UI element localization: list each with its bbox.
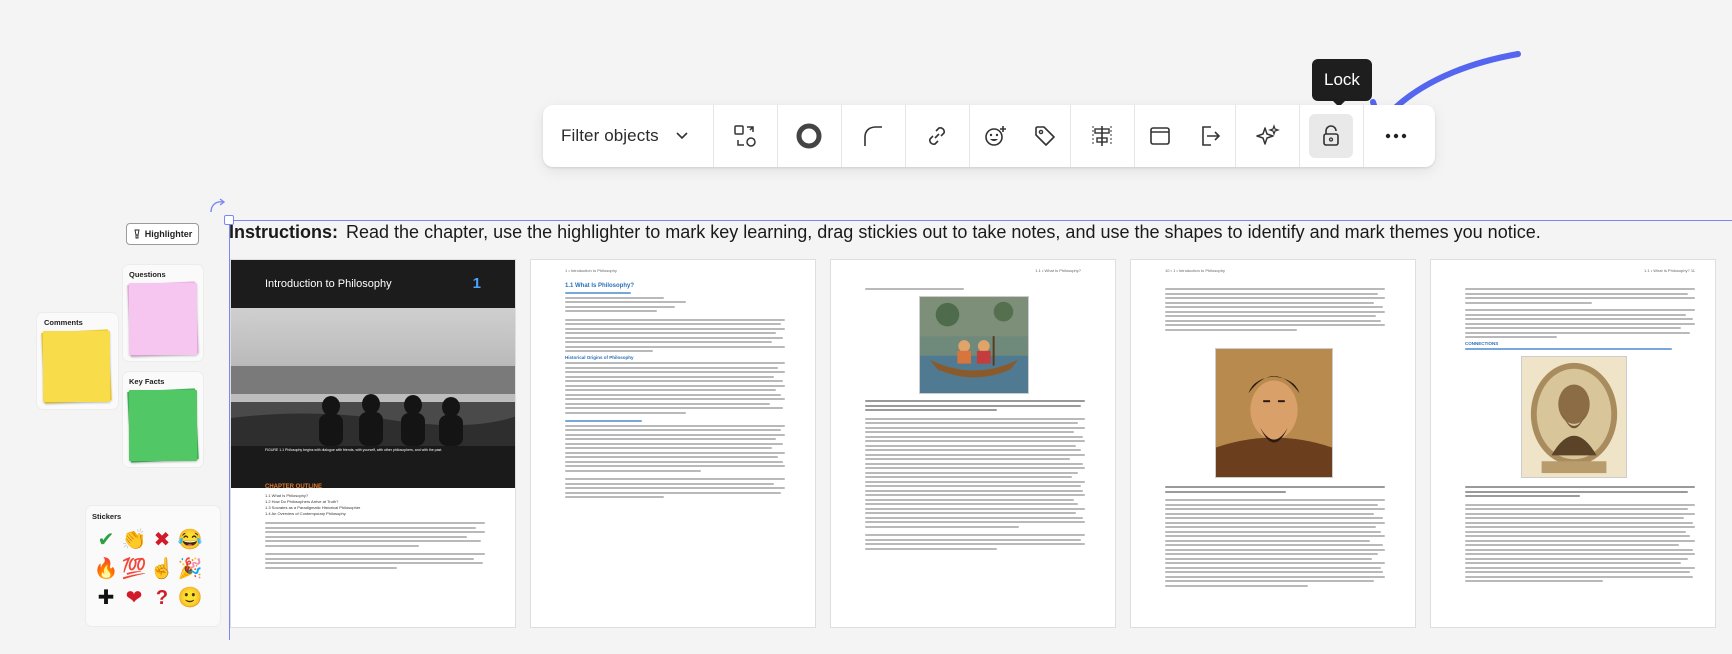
filter-objects-dropdown[interactable]: Filter objects	[543, 105, 714, 167]
page-3-text	[865, 400, 1085, 552]
frame-export-group	[1135, 105, 1236, 167]
questions-panel: Questions	[123, 265, 203, 361]
subsection-title: Historical Origins of Philosophy	[565, 355, 634, 360]
checkmark-sticker-icon[interactable]: ✔	[92, 526, 120, 555]
page-header: 1.1 • What Is Philosophy? 11	[1644, 268, 1695, 273]
ring-shape-icon	[796, 123, 822, 149]
question-mark-sticker-icon[interactable]: ?	[148, 584, 176, 613]
instructions-label: Instructions:	[229, 222, 339, 242]
page-4-text	[1165, 486, 1385, 589]
lock-button[interactable]	[1300, 105, 1364, 167]
fire-sticker-icon[interactable]: 🔥	[92, 555, 120, 584]
object-toolbar: Filter objects	[543, 105, 1435, 167]
instructions-body: Read the chapter, use the highlighter to…	[346, 222, 1541, 242]
connections-heading: CONNECTIONS	[1465, 341, 1499, 346]
chevron-down-icon	[676, 132, 688, 140]
align-distribute-icon	[1092, 126, 1112, 146]
chapter-number: 1	[472, 275, 481, 292]
page-2-content: 1.1 What Is Philosophy? Historical Origi…	[565, 278, 785, 501]
emoji-reaction-button[interactable]	[970, 105, 1020, 167]
tag-icon	[1034, 126, 1055, 146]
instructions-text[interactable]: Instructions: Read the chapter, use the h…	[229, 222, 1541, 243]
corner-radius-icon	[864, 126, 883, 146]
introduction-text	[265, 522, 485, 571]
document-page-1[interactable]: Introduction to Philosophy 1 FIGURE 1.1 …	[230, 259, 516, 628]
tag-button[interactable]	[1020, 105, 1070, 167]
chapter-title: Introduction to Philosophy	[265, 278, 392, 290]
document-page-3[interactable]: 1.1 • What Is Philosophy?	[830, 259, 1116, 628]
document-page-4[interactable]: 10 • 1 • Introduction to Philosophy	[1130, 259, 1416, 628]
key-facts-sticky-stack[interactable]	[127, 388, 199, 463]
ai-assist-button[interactable]	[1236, 105, 1300, 167]
questions-title: Questions	[129, 270, 166, 279]
page-4-top-text	[1165, 288, 1385, 333]
replace-object-icon	[734, 125, 757, 147]
more-options-button[interactable]	[1364, 105, 1428, 167]
section-title: 1.1 What Is Philosophy?	[565, 283, 635, 289]
page-header: 1.1 • What Is Philosophy?	[1035, 268, 1081, 273]
laughing-face-sticker-icon[interactable]: 😂	[176, 526, 204, 555]
lock-tooltip: Lock	[1312, 59, 1372, 101]
index-finger-sticker-icon[interactable]: ☝	[148, 555, 176, 584]
sticky-note-yellow[interactable]	[43, 331, 110, 402]
page-5-text	[1465, 486, 1695, 585]
frame-icon	[1149, 127, 1170, 145]
smiley-face-sticker-icon[interactable]: 🙂	[176, 584, 204, 613]
frame-button[interactable]	[1135, 105, 1185, 167]
emoji-add-icon	[984, 126, 1006, 146]
link-button[interactable]	[906, 105, 970, 167]
questions-sticky-stack[interactable]	[127, 281, 199, 357]
align-button[interactable]	[1071, 105, 1135, 167]
cross-mark-sticker-icon[interactable]: ✖	[148, 526, 176, 555]
outline-item: 1.4 An Overview of Contemporary Philosop…	[265, 511, 346, 516]
lock-icon	[1323, 125, 1340, 146]
page-header: 1 • Introduction to Philosophy	[565, 268, 617, 273]
highlighter-label: Highlighter	[144, 229, 193, 239]
comments-title: Comments	[44, 318, 83, 327]
page-3-intro	[865, 288, 1085, 293]
highlighter-icon	[134, 229, 140, 239]
sticky-note-green[interactable]	[129, 390, 197, 461]
document-page-5[interactable]: 1.1 • What Is Philosophy? 11 CONNECTIONS	[1430, 259, 1716, 628]
stickers-grid: ✔ 👏 ✖ 😂 🔥 💯 ☝ 🎉 ✚ ❤ ? 🙂	[92, 526, 204, 613]
corner-radius-button[interactable]	[842, 105, 906, 167]
export-button[interactable]	[1185, 105, 1235, 167]
plus-sticker-icon[interactable]: ✚	[92, 584, 120, 613]
comments-sticky-stack[interactable]	[41, 329, 112, 404]
page-5-top-text: CONNECTIONS	[1465, 288, 1695, 353]
comments-panel: Comments	[37, 313, 118, 409]
document-page-2[interactable]: 1 • Introduction to Philosophy 1.1 What …	[530, 259, 816, 628]
page-header: 10 • 1 • Introduction to Philosophy	[1165, 268, 1225, 273]
lock-button-highlight	[1309, 114, 1354, 158]
key-facts-panel: Key Facts	[123, 372, 203, 467]
more-options-icon	[1385, 133, 1406, 139]
clapping-hands-sticker-icon[interactable]: 👏	[120, 526, 148, 555]
stickers-panel: Stickers ✔ 👏 ✖ 😂 🔥 💯 ☝ 🎉 ✚ ❤ ? 🙂	[86, 506, 220, 626]
replace-object-button[interactable]	[714, 105, 778, 167]
link-icon	[929, 127, 946, 145]
frame-border-top	[229, 220, 1732, 221]
chapter-outline-heading: CHAPTER OUTLINE	[265, 484, 322, 490]
rotate-handle-icon[interactable]	[208, 198, 228, 216]
portrait-figure	[1215, 348, 1333, 478]
hundred-points-sticker-icon[interactable]: 💯	[120, 555, 148, 584]
filter-objects-label: Filter objects	[561, 126, 659, 145]
figure-caption: FIGURE 1.1 Philosophy begins with dialog…	[265, 448, 443, 452]
reaction-tag-group	[970, 105, 1071, 167]
sticky-note-pink[interactable]	[129, 283, 197, 355]
export-icon	[1201, 126, 1220, 146]
heart-sticker-icon[interactable]: ❤	[120, 584, 148, 613]
engraving-portrait-figure	[1521, 356, 1627, 478]
chapter-cover-photo	[231, 308, 515, 488]
boat-painting-figure	[919, 296, 1029, 394]
key-facts-title: Key Facts	[129, 377, 165, 386]
border-style-button[interactable]	[778, 105, 842, 167]
highlighter-tool[interactable]: Highlighter	[126, 223, 199, 245]
party-popper-sticker-icon[interactable]: 🎉	[176, 555, 204, 584]
ai-sparkle-icon	[1256, 124, 1281, 145]
chapter-outline-list: 1.1 What Is Philosophy? 1.2 How Do Philo…	[265, 493, 360, 517]
stickers-title: Stickers	[92, 512, 122, 521]
